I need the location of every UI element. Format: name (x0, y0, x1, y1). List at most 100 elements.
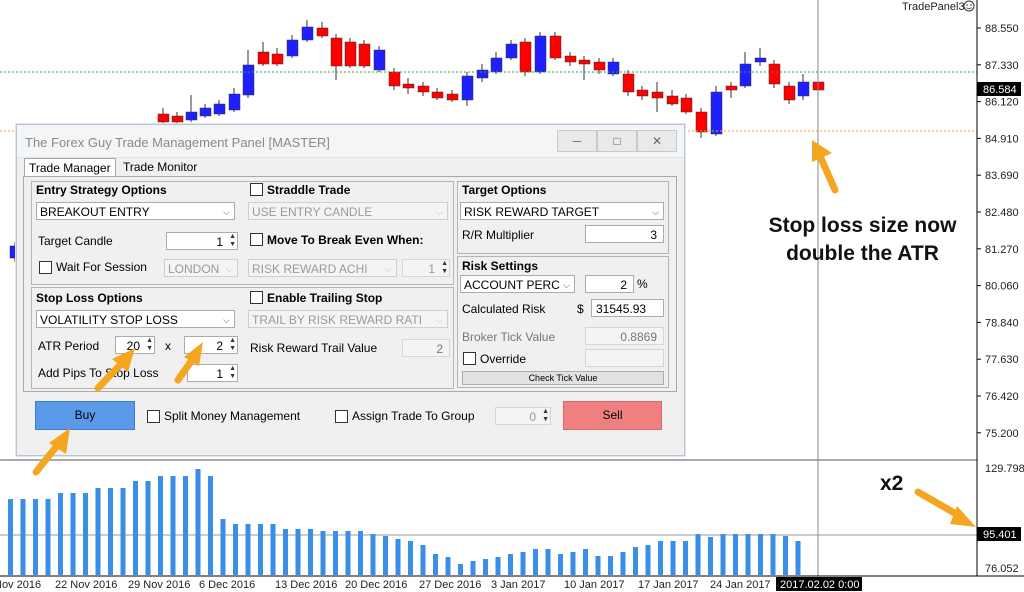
candle (446, 93, 459, 101)
broker-tick-value: 0.8869 (585, 327, 664, 345)
indicator-bar (358, 531, 363, 575)
indicator-bar (395, 539, 401, 575)
indicator-bar (320, 531, 326, 575)
indicator-bar (745, 534, 751, 575)
split-money-label: Split Money Management (164, 409, 301, 423)
candle (739, 63, 752, 87)
indicator-bar (158, 476, 163, 575)
indicator-bar (645, 545, 651, 575)
spinner-icon: ▲ ▼ (542, 408, 549, 423)
indicator-bar (483, 559, 488, 575)
price-tick-label: 80.060 (985, 281, 1019, 293)
wait-session-checkbox[interactable] (39, 261, 52, 274)
assign-group-checkbox[interactable] (335, 410, 348, 423)
breakeven-mode-select[interactable]: RISK REWARD ACHI ⌵ (248, 259, 397, 277)
breakeven-value: 1 (428, 262, 435, 276)
session-select[interactable]: LONDON ⌵ (164, 259, 238, 277)
check-tick-value-button[interactable]: Check Tick Value (462, 371, 664, 385)
atr-period-stepper[interactable]: 20 ▲ ▼ (115, 336, 155, 354)
entry-strategy-select[interactable]: BREAKOUT ENTRY ⌵ (36, 202, 235, 220)
indicator-current-label: 95.401 (983, 529, 1017, 541)
chevron-down-icon: ⌵ (226, 264, 233, 274)
indicator-bar (558, 554, 563, 575)
tab-trade-manager[interactable]: Trade Manager (24, 158, 116, 177)
stop-loss-heading: Stop Loss Options (36, 291, 143, 305)
candle (157, 113, 170, 123)
indicator-bar (783, 536, 788, 575)
straddle-mode-select[interactable]: USE ENTRY CANDLE ⌵ (248, 202, 448, 220)
tab-trade-monitor[interactable]: Trade Monitor (119, 158, 201, 176)
indicator-bar (183, 476, 188, 575)
indicator-bar (508, 554, 513, 575)
trailing-mode-select[interactable]: TRAIL BY RISK REWARD RATI ⌵ (248, 310, 448, 328)
buy-button[interactable]: Buy (35, 401, 135, 430)
stop-loss-select[interactable]: VOLATILITY STOP LOSS ⌵ (36, 310, 235, 328)
indicator-bar (533, 549, 538, 575)
add-pips-stepper[interactable]: 1 ▲ ▼ (187, 364, 238, 382)
price-tick-label: 88.550 (985, 23, 1019, 35)
spinner-icon: ▲ ▼ (229, 365, 236, 380)
indicator-bar (70, 493, 76, 575)
straddle-checkbox[interactable] (250, 183, 263, 196)
candle (185, 111, 198, 121)
group-stepper[interactable]: 0 ▲ ▼ (495, 407, 551, 425)
panel-titlebar[interactable]: The Forex Guy Trade Management Panel [MA… (17, 125, 684, 158)
risk-settings-heading: Risk Settings (462, 259, 539, 273)
trailing-stop-checkbox[interactable] (250, 291, 263, 304)
cursor-date-label: 2017.02.02 0:00 (780, 579, 860, 591)
rr-multiplier-input[interactable]: 3 (585, 225, 664, 243)
chevron-down-icon: ⌵ (436, 207, 443, 217)
candle (519, 41, 532, 73)
trailing-mode-value: TRAIL BY RISK REWARD RATI (252, 313, 423, 327)
entry-strategy-value: BREAKOUT ENTRY (40, 205, 150, 219)
candle (213, 103, 226, 115)
breakeven-checkbox[interactable] (250, 233, 263, 246)
minimize-button[interactable]: ─ (557, 130, 597, 152)
indicator-bar (333, 531, 338, 575)
calculated-risk-value: 31545.93 (591, 299, 664, 317)
indicator-bar (695, 534, 701, 575)
trade-management-panel: The Forex Guy Trade Management Panel [MA… (16, 124, 685, 456)
candle (754, 57, 767, 63)
indicator-bar (308, 529, 313, 575)
maximize-button[interactable]: □ (597, 130, 637, 152)
indicator-bar (433, 554, 438, 575)
indicator-bar (133, 481, 138, 575)
indicator-bar (370, 534, 376, 575)
stop-loss-mode-value: VOLATILITY STOP LOSS (40, 313, 178, 327)
sell-button[interactable]: Sell (563, 401, 662, 430)
close-button[interactable]: ✕ (637, 130, 677, 152)
risk-percent-input[interactable]: 2 (585, 275, 634, 293)
candle (271, 53, 284, 65)
straddle-mode-value: USE ENTRY CANDLE (252, 205, 373, 219)
indicator-bar (233, 524, 238, 575)
spinner-icon: ▲ ▼ (146, 337, 153, 352)
atr-multiplier-stepper[interactable]: 2 ▲ ▼ (184, 336, 238, 354)
indicator-bar (595, 556, 601, 575)
spinner-icon: ▲ ▼ (229, 233, 236, 248)
target-mode-select[interactable]: RISK REWARD TARGET ⌵ (460, 202, 664, 220)
breakeven-heading: Move To Break Even When: (267, 233, 424, 247)
risk-mode-select[interactable]: ACCOUNT PERC ⌵ (460, 275, 575, 293)
indicator-bar (345, 531, 351, 575)
price-tick-label: 78.840 (985, 317, 1019, 329)
entry-strategy-heading: Entry Strategy Options (36, 183, 167, 197)
date-tick-label: 13 Dec 2016 (275, 579, 337, 591)
price-tick-label: 86.120 (985, 97, 1019, 109)
target-candle-value: 1 (216, 235, 223, 249)
indicator-bar (758, 534, 763, 575)
indicator-bar (583, 549, 588, 575)
target-candle-stepper[interactable]: 1 ▲ ▼ (166, 232, 238, 250)
override-checkbox[interactable] (463, 352, 476, 365)
currency-symbol: $ (577, 302, 584, 316)
candle (388, 71, 401, 87)
indicator-bar (708, 537, 713, 575)
indicator-bar (795, 541, 801, 575)
session-value: LONDON (168, 262, 220, 276)
split-money-checkbox[interactable] (147, 410, 160, 423)
breakeven-stepper[interactable]: 1 ▲ ▼ (402, 259, 450, 277)
candle (330, 37, 343, 67)
date-tick-label: 3 Jan 2017 (491, 579, 545, 591)
override-input[interactable] (585, 349, 664, 367)
trail-value-input[interactable]: 2 (402, 339, 450, 357)
